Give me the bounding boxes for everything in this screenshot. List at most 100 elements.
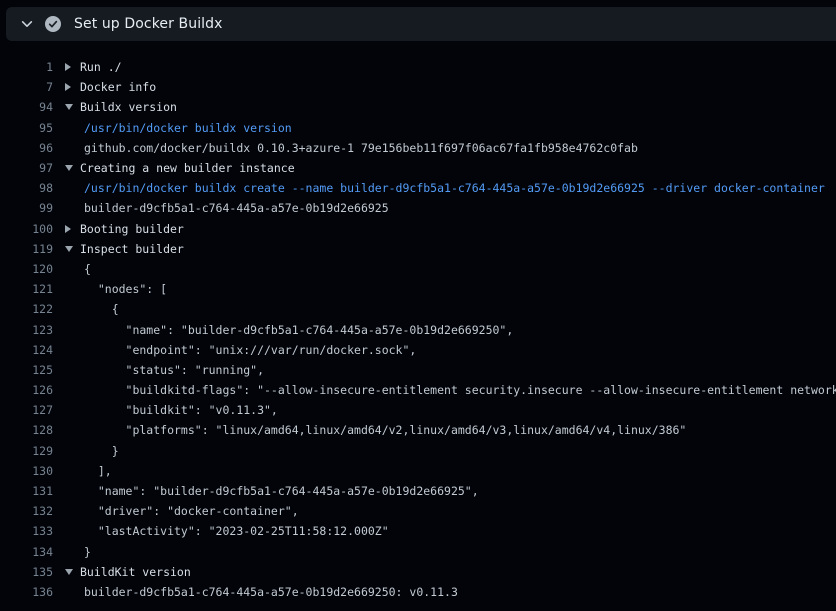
line-text: BuildKit version: [80, 565, 836, 579]
line-number[interactable]: 125: [0, 363, 53, 377]
line-number[interactable]: 7: [0, 80, 53, 94]
line-number[interactable]: 131: [0, 484, 53, 498]
log-line: 124 "endpoint": "unix:///var/run/docker.…: [0, 340, 836, 360]
log-line: 131 "name": "builder-d9cfb5a1-c764-445a-…: [0, 481, 836, 501]
line-text: "buildkit": "v0.11.3",: [80, 403, 836, 417]
gutter: [53, 569, 80, 575]
line-text: }: [80, 545, 836, 559]
line-text: ],: [80, 464, 836, 478]
log-line[interactable]: 94 Buildx version: [0, 97, 836, 117]
line-text: }: [80, 444, 836, 458]
chevron-down-icon[interactable]: [65, 569, 73, 575]
gutter: [53, 225, 80, 233]
line-number[interactable]: 123: [0, 323, 53, 337]
gutter: [53, 83, 80, 91]
line-number[interactable]: 128: [0, 423, 53, 437]
line-number[interactable]: 130: [0, 464, 53, 478]
log-line: 123 "name": "builder-d9cfb5a1-c764-445a-…: [0, 319, 836, 339]
line-number[interactable]: 132: [0, 504, 53, 518]
log-lines: 1 Run ./ 7 Docker info 94 Buildx version…: [0, 41, 836, 602]
line-text: Run ./: [80, 60, 836, 74]
log-line: 121 "nodes": [: [0, 279, 836, 299]
line-number[interactable]: 100: [0, 222, 53, 236]
log-line: 96 github.com/docker/buildx 0.10.3+azure…: [0, 138, 836, 158]
log-line[interactable]: 1 Run ./: [0, 57, 836, 77]
line-number[interactable]: 99: [0, 201, 53, 215]
line-number[interactable]: 121: [0, 282, 53, 296]
line-number[interactable]: 135: [0, 565, 53, 579]
line-text: Docker info: [80, 80, 836, 94]
log-line[interactable]: 119 Inspect builder: [0, 239, 836, 259]
line-text: "endpoint": "unix:///var/run/docker.sock…: [80, 343, 836, 357]
chevron-down-icon[interactable]: [65, 165, 73, 171]
log-line: 132 "driver": "docker-container",: [0, 501, 836, 521]
log-line: 95 /usr/bin/docker buildx version: [0, 118, 836, 138]
log-line: 129 }: [0, 441, 836, 461]
line-number[interactable]: 136: [0, 585, 53, 599]
log-line[interactable]: 97 Creating a new builder instance: [0, 158, 836, 178]
chevron-right-icon[interactable]: [65, 83, 71, 91]
log-line: 136 builder-d9cfb5a1-c764-445a-a57e-0b19…: [0, 582, 836, 602]
line-number[interactable]: 133: [0, 524, 53, 538]
line-number[interactable]: 124: [0, 343, 53, 357]
log-viewer: Set up Docker Buildx 1 Run ./ 7 Docker i…: [0, 7, 836, 602]
line-text: "name": "builder-d9cfb5a1-c764-445a-a57e…: [80, 484, 836, 498]
chevron-right-icon[interactable]: [65, 63, 71, 71]
line-text: {: [80, 262, 836, 276]
line-number[interactable]: 126: [0, 383, 53, 397]
line-number[interactable]: 96: [0, 141, 53, 155]
line-text: "platforms": "linux/amd64,linux/amd64/v2…: [80, 423, 836, 437]
line-number[interactable]: 134: [0, 545, 53, 559]
log-line: 125 "status": "running",: [0, 360, 836, 380]
log-line: 98 /usr/bin/docker buildx create --name …: [0, 178, 836, 198]
gutter: [53, 104, 80, 110]
line-text: /usr/bin/docker buildx create --name bui…: [80, 181, 836, 195]
line-text: "lastActivity": "2023-02-25T11:58:12.000…: [80, 524, 836, 538]
log-line[interactable]: 100 Booting builder: [0, 219, 836, 239]
chevron-down-icon[interactable]: [20, 17, 34, 31]
step-title: Set up Docker Buildx: [74, 16, 223, 32]
line-text: "driver": "docker-container",: [80, 504, 836, 518]
line-text: Creating a new builder instance: [80, 161, 836, 175]
line-text: Booting builder: [80, 222, 836, 236]
line-number[interactable]: 120: [0, 262, 53, 276]
log-line: 133 "lastActivity": "2023-02-25T11:58:12…: [0, 521, 836, 541]
gutter: [53, 165, 80, 171]
log-line: 128 "platforms": "linux/amd64,linux/amd6…: [0, 420, 836, 440]
line-number[interactable]: 94: [0, 100, 53, 114]
line-number[interactable]: 1: [0, 60, 53, 74]
line-text: github.com/docker/buildx 0.10.3+azure-1 …: [80, 141, 836, 155]
chevron-down-icon[interactable]: [65, 246, 73, 252]
log-line: 127 "buildkit": "v0.11.3",: [0, 400, 836, 420]
log-line: 134 }: [0, 542, 836, 562]
line-text: "nodes": [: [80, 282, 836, 296]
step-header[interactable]: Set up Docker Buildx: [6, 7, 836, 41]
chevron-down-icon[interactable]: [65, 104, 73, 110]
log-line: 130 ],: [0, 461, 836, 481]
line-text: "name": "builder-d9cfb5a1-c764-445a-a57e…: [80, 323, 836, 337]
line-number[interactable]: 98: [0, 181, 53, 195]
line-number[interactable]: 129: [0, 444, 53, 458]
line-number[interactable]: 122: [0, 302, 53, 316]
log-line[interactable]: 7 Docker info: [0, 77, 836, 97]
gutter: [53, 63, 80, 71]
log-line: 120 {: [0, 259, 836, 279]
line-number[interactable]: 97: [0, 161, 53, 175]
line-number[interactable]: 95: [0, 121, 53, 135]
line-text: Inspect builder: [80, 242, 836, 256]
log-line: 99 builder-d9cfb5a1-c764-445a-a57e-0b19d…: [0, 198, 836, 218]
chevron-right-icon[interactable]: [65, 225, 71, 233]
line-text: builder-d9cfb5a1-c764-445a-a57e-0b19d2e6…: [80, 585, 836, 599]
line-text: {: [80, 302, 836, 316]
log-line[interactable]: 135 BuildKit version: [0, 562, 836, 582]
gutter: [53, 246, 80, 252]
log-line: 126 "buildkitd-flags": "--allow-insecure…: [0, 380, 836, 400]
line-number[interactable]: 119: [0, 242, 53, 256]
line-number[interactable]: 127: [0, 403, 53, 417]
line-text: Buildx version: [80, 100, 836, 114]
check-circle-icon: [45, 16, 61, 32]
line-text: "buildkitd-flags": "--allow-insecure-ent…: [80, 383, 836, 397]
line-text: builder-d9cfb5a1-c764-445a-a57e-0b19d2e6…: [80, 201, 836, 215]
log-line: 122 {: [0, 299, 836, 319]
line-text: "status": "running",: [80, 363, 836, 377]
